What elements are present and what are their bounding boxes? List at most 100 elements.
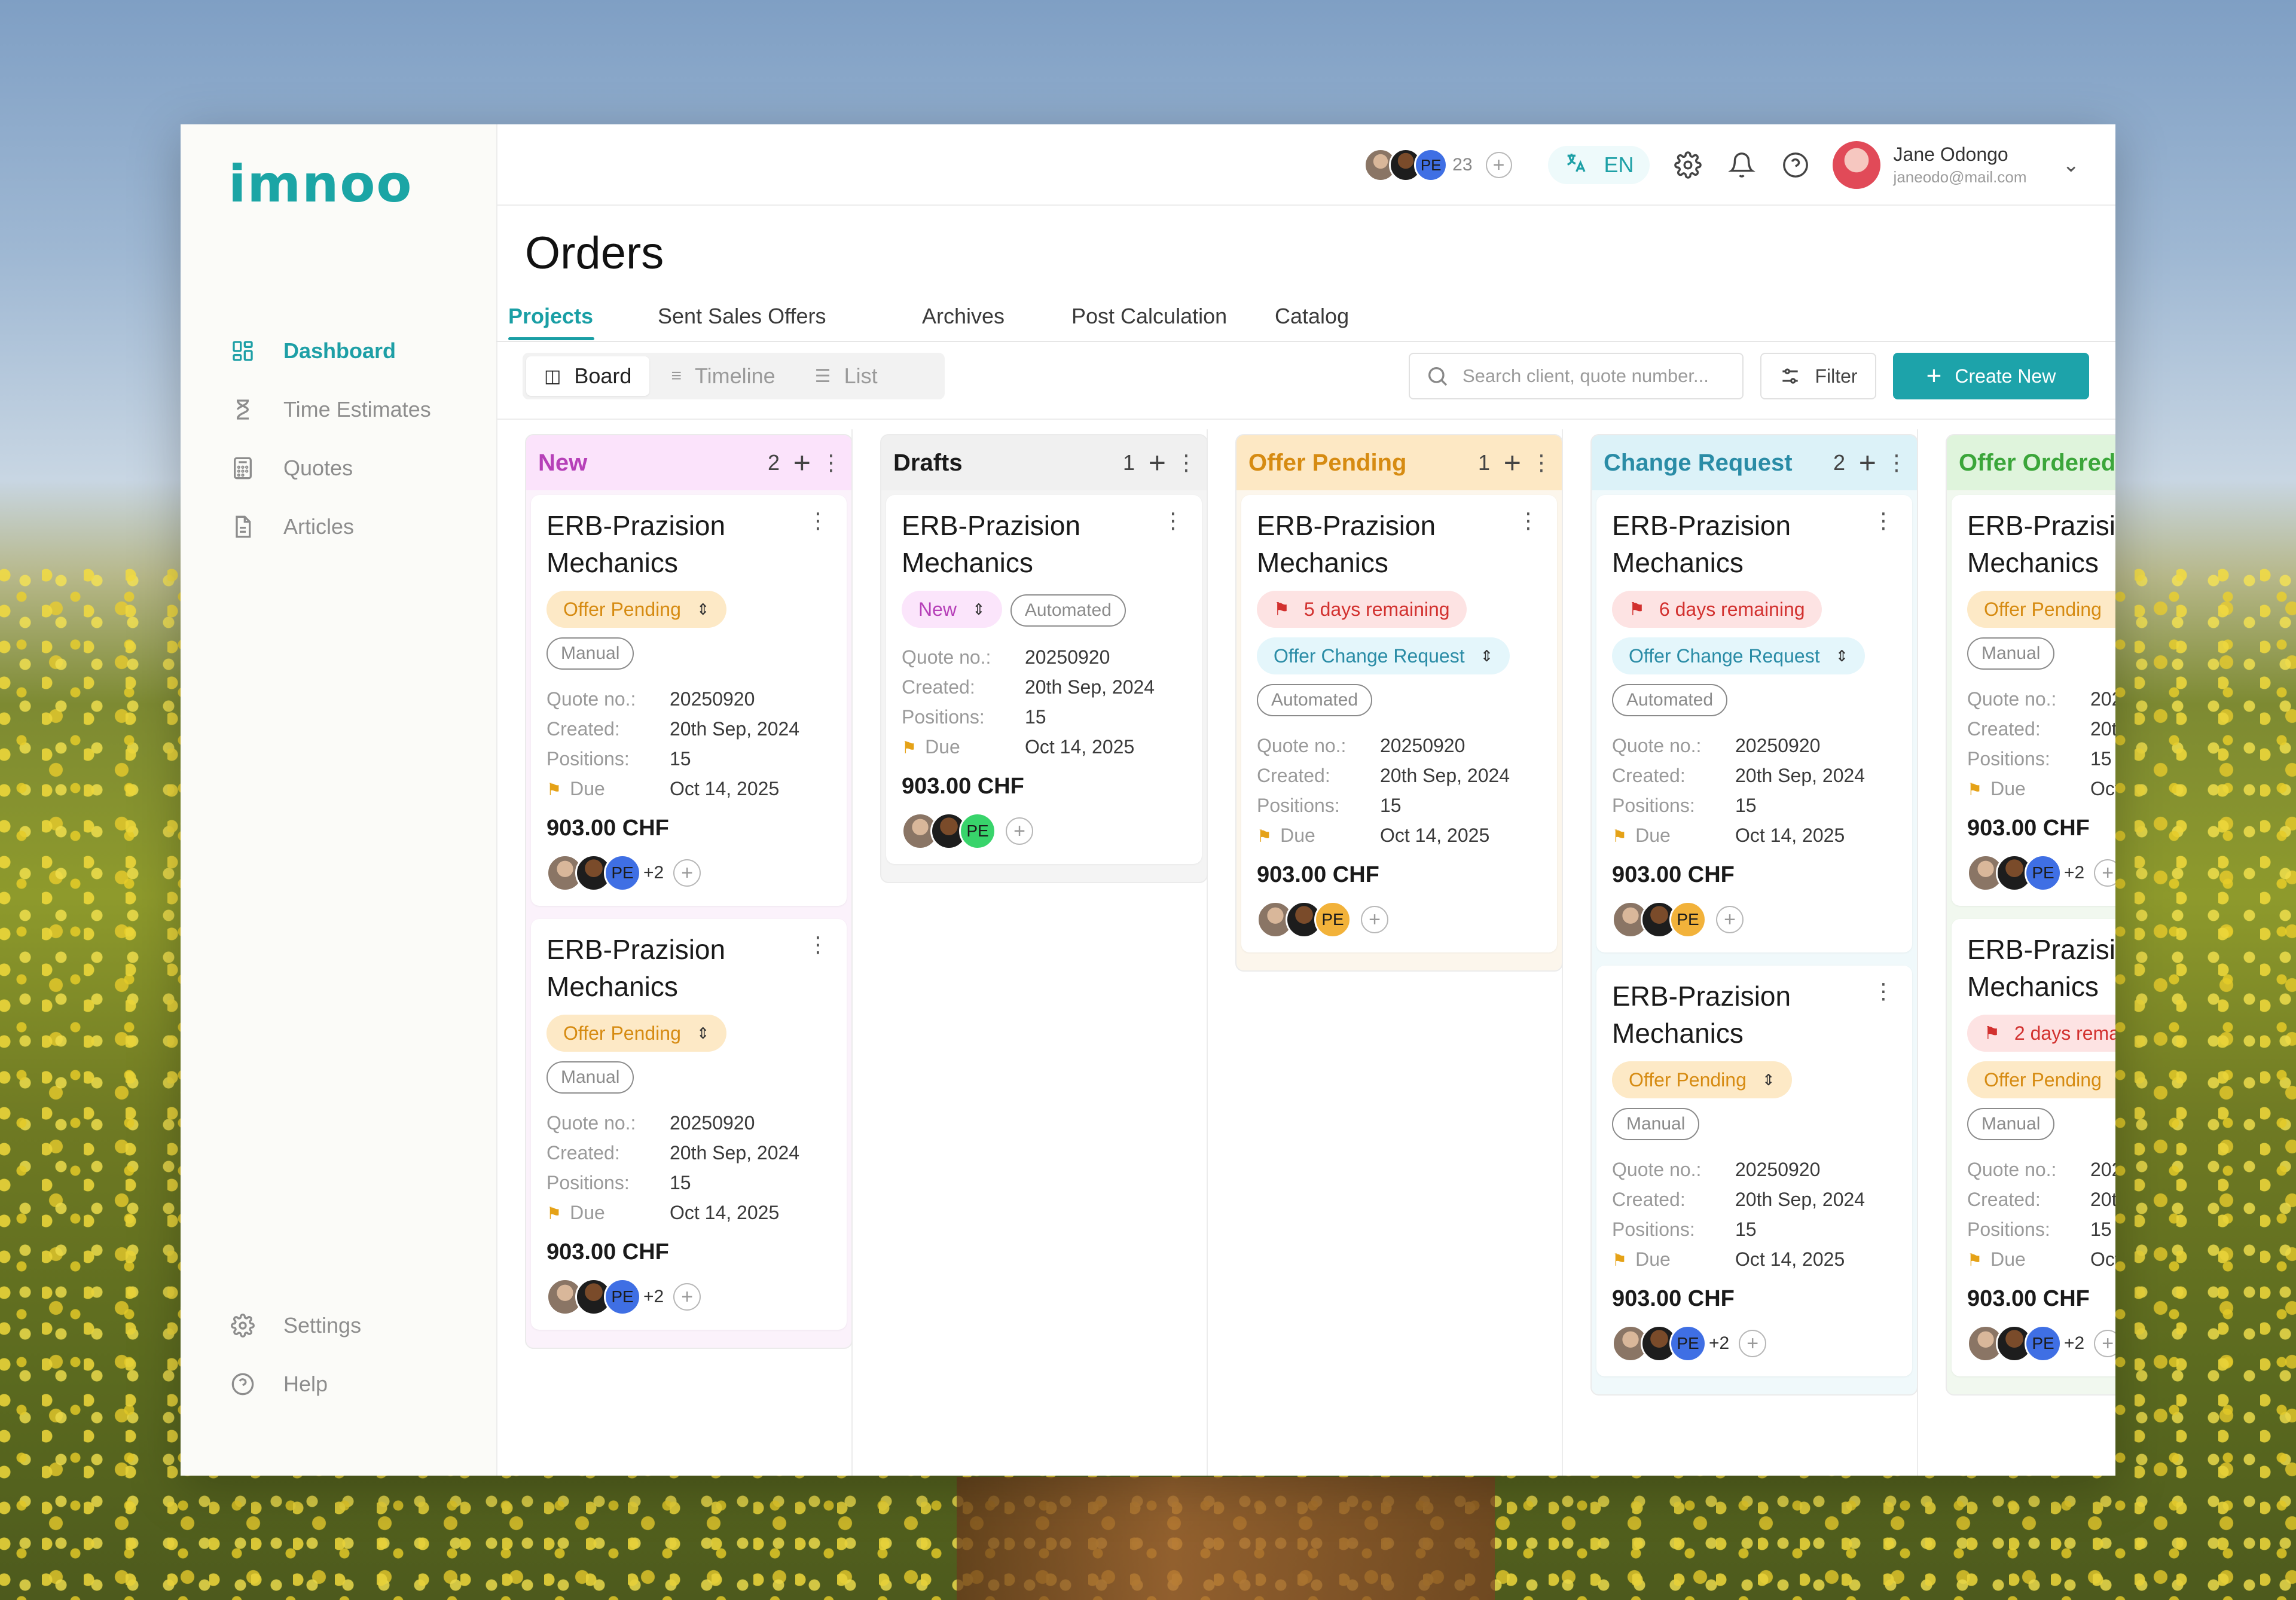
add-assignee-button[interactable]: + [2094,1330,2115,1357]
add-assignee-button[interactable]: + [1006,817,1033,845]
sidebar-item-time-estimates[interactable]: Time Estimates [230,380,431,439]
search-input[interactable] [1461,365,1733,387]
add-assignee-button[interactable]: + [673,859,701,887]
add-card-button[interactable]: + [1504,448,1521,478]
status-dropdown[interactable]: Offer Pending⇕ [546,1015,726,1052]
column-title: Change Request [1604,449,1793,476]
chevron-down-icon: ⌄ [2062,154,2080,176]
add-assignee-button[interactable]: + [1739,1330,1767,1357]
assignee-avatar[interactable]: PE [2025,1325,2062,1362]
status-dropdown[interactable]: Offer Pending⇕ [546,591,726,628]
updown-chevron-icon: ⇕ [1761,1071,1775,1089]
language-switcher[interactable]: EN [1547,146,1650,184]
meta-positions: Positions: 15 [902,702,1186,732]
assignee-extra-count: +2 [643,1287,664,1306]
assignee-avatar[interactable]: PE [604,854,641,891]
tab-archives[interactable]: Archives [922,304,1004,329]
user-menu[interactable]: Jane Odongo janeodo@mail.com ⌄ [1832,141,2080,189]
meta-key: Created: [902,676,975,698]
status-dropdown[interactable]: Offer Change Request ⇕ [1612,637,1866,674]
user-name: Jane Odongo [1893,143,2008,165]
order-card[interactable]: ERB-Prazision Mechanics ⚑ 2 days remainin… [1952,919,2115,1376]
add-card-button[interactable]: + [1859,448,1876,478]
view-list-button[interactable]: ☰ List [797,356,896,396]
card-menu-button[interactable]: ⋮ [1873,508,1894,533]
order-card[interactable]: ⋮ ERB-Prazision Mechanics Offer Pending ⇕… [531,495,847,906]
meta-value: Oct 14, 2025 [1735,1248,1845,1270]
add-assignee-button[interactable]: + [1361,906,1388,933]
card-menu-button[interactable]: ⋮ [807,932,829,957]
add-member-button[interactable]: + [1485,152,1512,178]
card-menu-button[interactable]: ⋮ [807,508,829,533]
status-dropdown[interactable]: Offer Change Request ⇕ [1257,637,1510,674]
card-menu-button[interactable]: ⋮ [1162,508,1184,533]
user-email: janeodo@mail.com [1893,168,2027,186]
meta-value: 15 [2090,747,2112,770]
status-dropdown[interactable]: New ⇕ [902,591,1002,628]
view-board-button[interactable]: ◫ Board [526,356,650,396]
order-card[interactable]: ⋮ ERB-Prazision Mechanics New ⇕ Automated … [886,495,1202,864]
tab-sent-sales-offers[interactable]: Sent Sales Offers [658,304,826,329]
status-dropdown[interactable]: Offer Pending⇕ [1612,1061,1792,1098]
column-menu-button[interactable]: ⋮ [820,450,842,475]
meta-value: 20th Sep, 2024 [2090,1188,2115,1210]
brand-logo[interactable]: imnoo [228,154,413,214]
sidebar-nav: Dashboard Time Estimates Quotes Articles [230,322,431,556]
assignee-avatar[interactable]: PE [2025,854,2062,891]
assignee-avatar[interactable]: PE [1314,901,1351,938]
sidebar-item-dashboard[interactable]: Dashboard [230,322,431,380]
settings-button[interactable] [1672,149,1703,181]
meta-due: ⚑ Due Oct 14, 2025 [1612,820,1897,850]
column-menu-button[interactable]: ⋮ [1886,450,1907,475]
meta-value: 20th Sep, 2024 [670,717,800,740]
assignee-avatar[interactable]: PE [959,813,996,850]
filter-button[interactable]: Filter [1760,353,1876,399]
help-button[interactable] [1780,149,1811,181]
status-dropdown[interactable]: Offer Pending⇕ [1967,591,2115,628]
board-column-offer-ordered: Offer Ordered ERB-Prazision Mechanics Of… [1946,434,2115,1396]
meta-value: Oct 14, 2025 [2090,1248,2115,1270]
notifications-button[interactable] [1726,149,1757,181]
add-assignee-button[interactable]: + [1716,906,1744,933]
updown-chevron-icon: ⇕ [696,600,710,618]
tab-post-calculation[interactable]: Post Calculation [1071,304,1227,329]
language-label: EN [1604,152,1634,177]
card-menu-button[interactable]: ⋮ [1873,979,1894,1004]
team-avatar[interactable]: PE [1414,148,1448,182]
assignee-avatar[interactable]: PE [1669,901,1706,938]
order-card[interactable]: ⋮ ERB-Prazision Mechanics Offer Pending ⇕… [1596,966,1912,1376]
add-assignee-button[interactable]: + [2094,859,2115,887]
column-menu-button[interactable]: ⋮ [1531,450,1552,475]
tab-catalog[interactable]: Catalog [1275,304,1349,329]
column-menu-button[interactable]: ⋮ [1176,450,1197,475]
meta-quote: Quote no.: 20250920 [1612,731,1897,761]
assignee-avatar[interactable]: PE [1669,1325,1706,1362]
view-timeline-button[interactable]: ≡ Timeline [653,356,793,396]
user-info: Jane Odongo janeodo@mail.com [1894,143,2027,187]
column-count: 2 [767,450,780,475]
create-new-button[interactable]: + Create New [1893,353,2089,399]
add-assignee-button[interactable]: + [673,1283,701,1311]
tab-projects[interactable]: Projects [508,304,593,329]
sidebar-item-help[interactable]: Help [230,1355,361,1413]
meta-key: Positions: [1612,794,1695,816]
order-card[interactable]: ⋮ ERB-Prazision Mechanics ⚑ 5 days remain… [1241,495,1557,952]
assignee-avatar[interactable]: PE [604,1278,641,1315]
card-menu-button[interactable]: ⋮ [1518,508,1539,533]
add-card-button[interactable]: + [793,448,811,478]
filter-label: Filter [1815,365,1858,387]
order-card[interactable]: ERB-Prazision Mechanics Offer Pending⇕ M… [1952,495,2115,906]
days-remaining-badge: ⚑ 6 days remaining [1612,591,1822,628]
order-card[interactable]: ⋮ ERB-Prazision Mechanics ⚑ 6 days remain… [1596,495,1912,952]
plus-icon: + [1926,361,1942,390]
card-meta: Quote no.: 20250920 Created: 20th Sep, 202… [1257,731,1541,850]
order-card[interactable]: ⋮ ERB-Prazision Mechanics Offer Pending ⇕… [531,919,847,1330]
add-card-button[interactable]: + [1149,448,1166,478]
meta-key: Quote no.: [1257,734,1347,756]
sidebar-item-settings[interactable]: Settings [230,1296,361,1355]
column-count: 2 [1833,450,1845,475]
sidebar-item-quotes[interactable]: Quotes [230,439,431,497]
status-dropdown[interactable]: Offer Pending⇕ [1967,1061,2115,1098]
card-meta: Quote no.: 20250920 Created: 20th Sep, 202… [546,684,831,804]
sidebar-item-articles[interactable]: Articles [230,497,431,556]
